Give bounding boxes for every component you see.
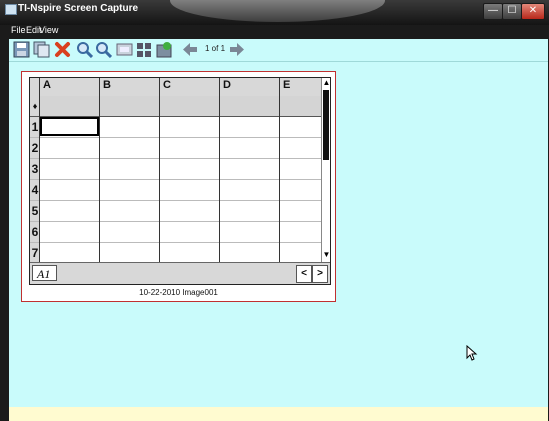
title-gloss: [170, 0, 385, 22]
menu-bar: File Edit View: [0, 25, 549, 37]
status-bar: [9, 407, 548, 421]
grid-line: [30, 221, 321, 222]
column-header-c[interactable]: C: [160, 78, 219, 96]
screen-capture-frame[interactable]: A B C D E ♦ 1 2 3 4 5 6 7 ▲ ▼ A1 < > 10-…: [21, 71, 336, 302]
window-title: TI-Nspire Screen Capture: [18, 3, 139, 14]
selected-cell-a1[interactable]: [40, 117, 99, 136]
grid-line: [219, 78, 220, 262]
spreadsheet-status-bar: A1 < >: [30, 262, 330, 284]
copy-icon[interactable]: [33, 41, 50, 58]
scroll-left-button[interactable]: <: [296, 265, 312, 283]
grid-line: [159, 78, 160, 262]
add-image-icon[interactable]: [156, 41, 173, 58]
vertical-scrollbar[interactable]: ▲ ▼: [321, 78, 330, 262]
app-icon: [5, 4, 17, 15]
mouse-cursor-icon: [466, 345, 478, 361]
previous-page-icon[interactable]: [181, 41, 198, 58]
close-button[interactable]: ✕: [521, 3, 545, 20]
column-header-e[interactable]: E: [280, 78, 321, 96]
maximize-button[interactable]: ☐: [502, 3, 522, 20]
grid-line: [99, 78, 100, 262]
cell-reference: A1: [32, 265, 57, 281]
grid-line: [30, 200, 321, 201]
menu-file[interactable]: File: [11, 25, 26, 35]
scroll-down-icon[interactable]: ▼: [322, 250, 330, 259]
grid-line: [30, 179, 321, 180]
next-page-icon[interactable]: [229, 41, 246, 58]
save-icon[interactable]: [13, 41, 30, 58]
zoom-out-icon[interactable]: [95, 41, 112, 58]
zoom-in-icon[interactable]: [76, 41, 93, 58]
grid-view-icon[interactable]: [136, 41, 153, 58]
spreadsheet-grid: A B C D E ♦ 1 2 3 4 5 6 7: [30, 78, 321, 262]
column-header-a[interactable]: A: [40, 78, 99, 96]
grid-line: [30, 242, 321, 243]
grid-line: [279, 78, 280, 262]
calculator-screen: A B C D E ♦ 1 2 3 4 5 6 7 ▲ ▼ A1 < >: [29, 77, 331, 285]
scroll-thumb[interactable]: [323, 90, 329, 160]
minimize-button[interactable]: —: [483, 3, 503, 20]
menu-view[interactable]: View: [39, 25, 58, 35]
grid-line: [30, 158, 321, 159]
fit-view-icon[interactable]: [116, 41, 133, 58]
toolbar: 1 of 1: [9, 39, 548, 61]
scroll-up-icon[interactable]: ▲: [322, 78, 330, 87]
title-bar: TI-Nspire Screen Capture — ☐ ✕: [0, 0, 549, 25]
grid-line: [30, 137, 321, 138]
column-header-b[interactable]: B: [100, 78, 159, 96]
grid-line: [39, 78, 40, 262]
delete-icon[interactable]: [54, 41, 71, 58]
page-indicator: 1 of 1: [205, 44, 226, 53]
image-caption: 10-22-2010 Image001: [139, 288, 218, 297]
column-header-d[interactable]: D: [220, 78, 279, 96]
scroll-right-button[interactable]: >: [312, 265, 328, 283]
